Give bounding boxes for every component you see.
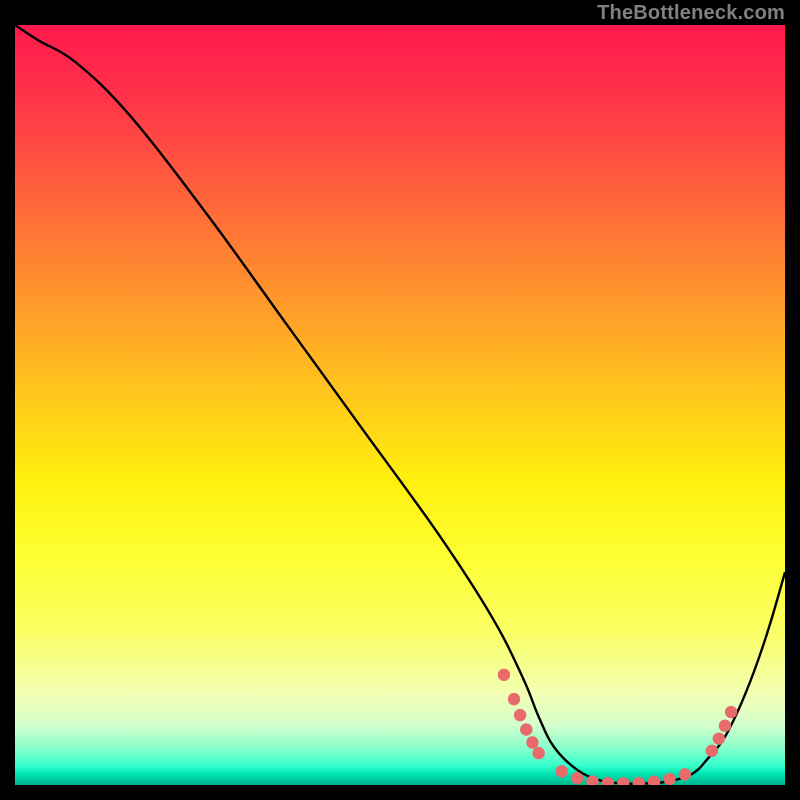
data-dot xyxy=(602,777,614,785)
data-dot xyxy=(586,775,598,785)
bottleneck-curve xyxy=(15,25,785,784)
data-dot xyxy=(713,732,725,744)
curve-layer xyxy=(15,25,785,785)
data-dot xyxy=(648,775,660,785)
data-dot xyxy=(520,723,532,735)
attribution-text: TheBottleneck.com xyxy=(597,2,785,25)
data-dot xyxy=(498,669,510,681)
data-dot xyxy=(725,706,737,718)
data-dot xyxy=(633,777,645,785)
data-dot xyxy=(556,765,568,777)
data-dot xyxy=(514,709,526,721)
data-dot xyxy=(532,747,544,759)
data-dot xyxy=(706,745,718,757)
data-dots xyxy=(498,669,738,785)
plot-area xyxy=(15,25,785,785)
data-dot xyxy=(617,777,629,785)
data-dot xyxy=(571,772,583,784)
data-dot xyxy=(663,773,675,785)
data-dot xyxy=(526,736,538,748)
chart-stage: TheBottleneck.com xyxy=(0,0,800,800)
data-dot xyxy=(679,768,691,780)
data-dot xyxy=(508,693,520,705)
data-dot xyxy=(719,720,731,732)
